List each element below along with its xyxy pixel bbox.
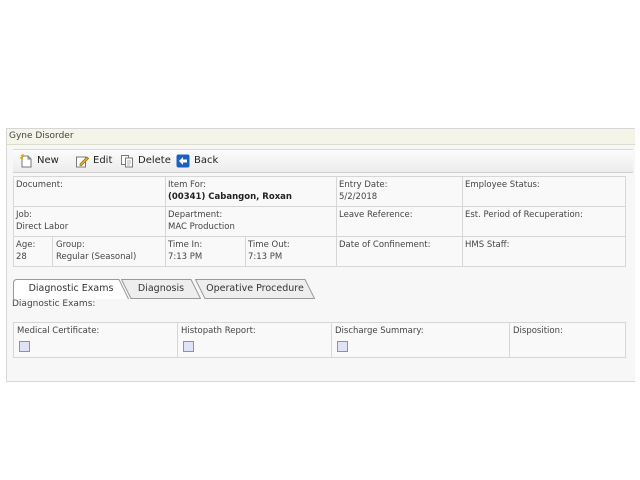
histopath-report-checkbox[interactable] xyxy=(183,341,194,352)
age-subcell: Age: 28 xyxy=(14,237,53,266)
group-value: Regular (Seasonal) xyxy=(56,252,137,262)
hms-staff-label: HMS Staff: xyxy=(465,240,510,250)
leave-reference-label: Leave Reference: xyxy=(339,210,413,220)
diagnostic-exams-table: Medical Certificate: Histopath Report: D… xyxy=(13,322,626,358)
leave-reference-cell: Leave Reference: xyxy=(336,206,463,237)
age-group-cell: Age: 28 Group: Regular (Seasonal) xyxy=(13,236,166,267)
delete-button[interactable]: Delete xyxy=(120,153,171,169)
discharge-summary-label: Discharge Summary: xyxy=(335,326,424,336)
tab-diagnostic-exams[interactable]: Diagnostic Exams xyxy=(13,279,129,299)
gyne-disorder-panel: Gyne Disorder New Edit Delete Back Docum… xyxy=(6,128,635,382)
document-cell: Document: xyxy=(13,176,166,207)
confinement-cell: Date of Confinement: xyxy=(336,236,463,267)
employee-status-cell: Employee Status: xyxy=(462,176,626,207)
edit-label: Edit xyxy=(93,155,113,166)
disposition-cell: Disposition: xyxy=(509,322,626,358)
job-value: Direct Labor xyxy=(16,222,69,232)
time-in-label: Time In: xyxy=(168,240,203,250)
back-arrow-icon xyxy=(176,154,190,168)
recuperation-cell: Est. Period of Recuperation: xyxy=(462,206,626,237)
employee-info-table: Document: Item For: (00341) Cabangon, Ro… xyxy=(13,176,626,267)
delete-label: Delete xyxy=(138,155,171,166)
job-cell: Job: Direct Labor xyxy=(13,206,166,237)
section-heading: Diagnostic Exams: xyxy=(12,299,96,309)
histopath-report-label: Histopath Report: xyxy=(181,326,256,336)
tab-operative-procedure-label: Operative Procedure xyxy=(206,283,304,294)
toolbar: New Edit Delete Back xyxy=(13,149,633,173)
tab-strip: Diagnostic Exams Diagnosis Operative Pro… xyxy=(13,279,625,299)
disposition-label: Disposition: xyxy=(513,326,563,336)
group-label: Group: xyxy=(56,240,85,250)
entry-date-cell: Entry Date: 5/2/2018 xyxy=(336,176,463,207)
entry-date-label: Entry Date: xyxy=(339,180,388,190)
time-out-cell: Time Out: 7:13 PM xyxy=(245,236,337,267)
item-for-cell: Item For: (00341) Cabangon, Roxan xyxy=(165,176,337,207)
new-label: New xyxy=(37,155,59,166)
medical-certificate-cell: Medical Certificate: xyxy=(13,322,178,358)
department-cell: Department: MAC Production xyxy=(165,206,337,237)
back-button[interactable]: Back xyxy=(176,153,218,169)
delete-icon xyxy=(121,155,133,168)
edit-icon xyxy=(76,156,89,168)
edit-button[interactable]: Edit xyxy=(75,153,112,169)
medical-certificate-checkbox[interactable] xyxy=(19,341,30,352)
time-out-value: 7:13 PM xyxy=(248,252,283,262)
entry-date-value: 5/2/2018 xyxy=(339,192,378,202)
recuperation-label: Est. Period of Recuperation: xyxy=(465,210,583,220)
panel-title: Gyne Disorder xyxy=(7,129,635,145)
department-value: MAC Production xyxy=(168,222,235,232)
age-value: 28 xyxy=(16,252,27,262)
medical-certificate-label: Medical Certificate: xyxy=(17,326,100,336)
employee-status-label: Employee Status: xyxy=(465,180,540,190)
tab-diagnosis[interactable]: Diagnosis xyxy=(121,279,201,299)
tab-operative-procedure[interactable]: Operative Procedure xyxy=(195,279,315,299)
department-label: Department: xyxy=(168,210,223,220)
item-for-label: Item For: xyxy=(168,180,207,190)
document-label: Document: xyxy=(16,180,63,190)
discharge-summary-checkbox[interactable] xyxy=(337,341,348,352)
histopath-report-cell: Histopath Report: xyxy=(177,322,332,358)
confinement-label: Date of Confinement: xyxy=(339,240,431,250)
tab-diagnosis-label: Diagnosis xyxy=(137,283,185,294)
back-label: Back xyxy=(194,155,219,166)
item-for-value: (00341) Cabangon, Roxan xyxy=(168,192,292,202)
tab-diagnostic-exams-label: Diagnostic Exams xyxy=(28,283,114,294)
discharge-summary-cell: Discharge Summary: xyxy=(331,322,510,358)
time-in-cell: Time In: 7:13 PM xyxy=(165,236,246,267)
hms-staff-cell: HMS Staff: xyxy=(462,236,626,267)
time-out-label: Time Out: xyxy=(248,240,290,250)
group-subcell: Group: Regular (Seasonal) xyxy=(53,237,139,266)
new-document-icon xyxy=(20,154,32,168)
job-label: Job: xyxy=(16,210,32,220)
age-label: Age: xyxy=(16,240,36,250)
new-button[interactable]: New xyxy=(19,153,59,169)
time-in-value: 7:13 PM xyxy=(168,252,203,262)
